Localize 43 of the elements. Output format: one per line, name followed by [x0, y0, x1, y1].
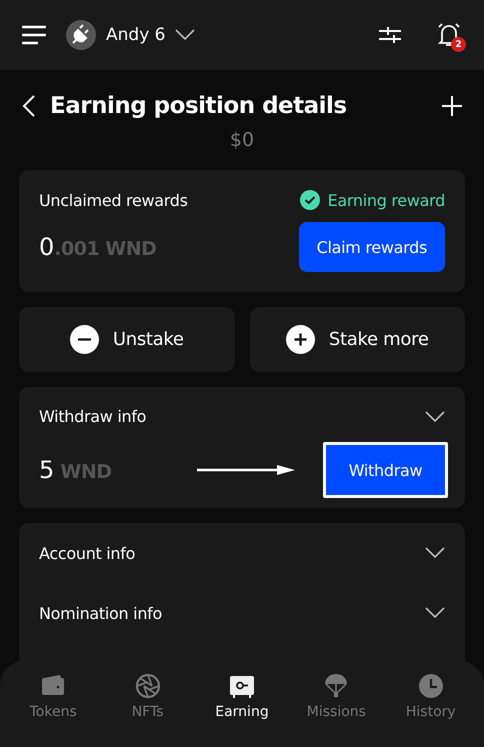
nav-tab[interactable]: NFTs: [100, 673, 195, 747]
stake-more-button[interactable]: Stake more: [250, 307, 465, 372]
withdraw-title: Withdraw info: [39, 407, 146, 426]
notification-badge: 2: [451, 37, 466, 52]
account-selector[interactable]: Andy 6: [66, 20, 196, 50]
sliders-icon: [378, 25, 402, 45]
nav-tab[interactable]: Tokens: [6, 673, 100, 747]
unstake-button[interactable]: Unstake: [19, 307, 234, 372]
nav-tab[interactable]: Missions: [289, 673, 384, 747]
chevron-down-icon: [425, 607, 445, 619]
earning-status: Earning reward: [328, 190, 445, 210]
minus-circle-icon: [70, 325, 99, 354]
clock-icon: [418, 673, 444, 699]
rewards-amount: 0.001 WND: [39, 233, 156, 261]
nav-tab[interactable]: Earning: [194, 673, 290, 747]
balance-value: $0: [228, 130, 256, 153]
chevron-down-icon: [175, 29, 196, 41]
parachute-icon: [323, 673, 350, 699]
back-button[interactable]: [22, 95, 36, 117]
chevron-down-icon: [425, 547, 445, 559]
plug-avatar-icon: [66, 20, 96, 50]
plus-circle-icon: [286, 325, 315, 354]
chevron-down-icon: [425, 410, 445, 422]
withdraw-amount: 5 WND: [39, 456, 112, 484]
check-circle-icon: [300, 190, 320, 210]
withdraw-button[interactable]: Withdraw: [323, 442, 448, 498]
menu-icon: [22, 25, 46, 45]
page-title: Earning position details: [50, 93, 348, 119]
bell-icon: [436, 22, 462, 48]
add-button[interactable]: [442, 96, 462, 116]
menu-button[interactable]: [22, 25, 46, 45]
nav-tab[interactable]: History: [384, 673, 478, 747]
info-section-toggle[interactable]: Account info: [39, 529, 445, 577]
claim-rewards-button[interactable]: Claim rewards: [298, 222, 445, 272]
notification-button[interactable]: 2: [436, 22, 462, 48]
rewards-label: Unclaimed rewards: [39, 190, 188, 210]
account-name: Andy 6: [106, 25, 166, 45]
back-icon: [22, 95, 36, 117]
info-section-toggle[interactable]: Nomination info: [39, 589, 445, 637]
filter-button[interactable]: [378, 25, 402, 45]
plus-icon: [442, 96, 462, 116]
safe-icon: [228, 673, 255, 699]
aperture-icon: [134, 673, 161, 699]
